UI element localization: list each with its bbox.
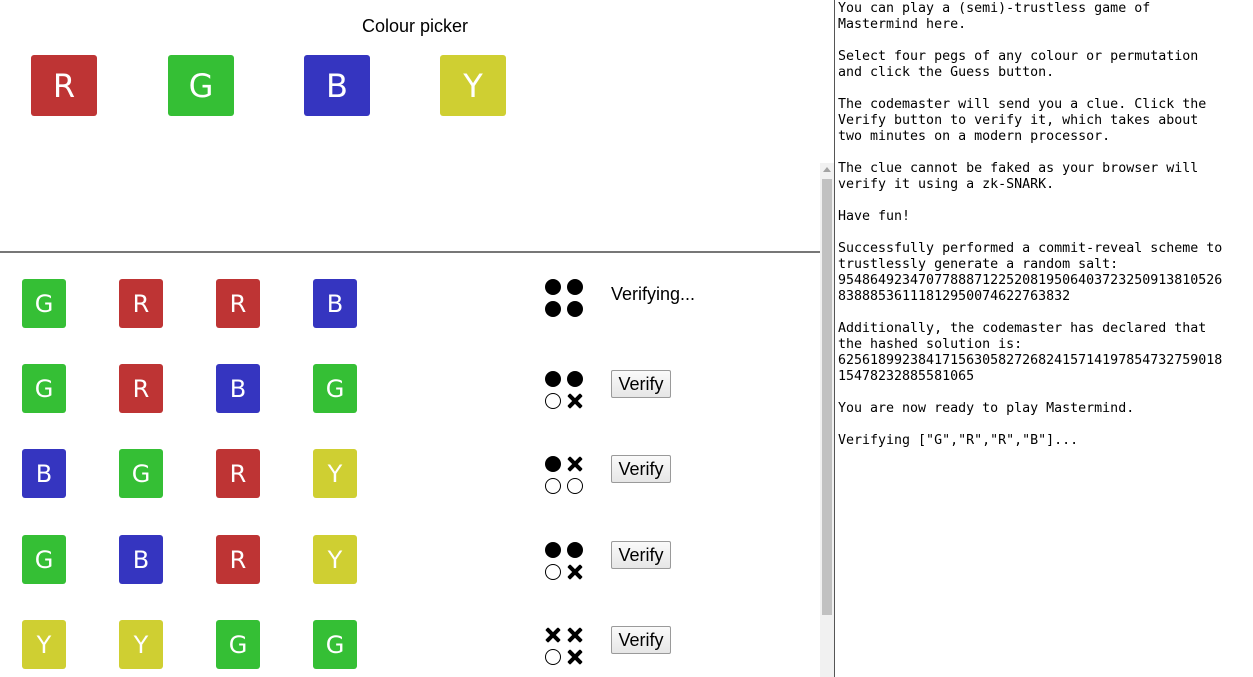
log-text: You can play a (semi)-trustless game of …	[838, 1, 1223, 448]
scrollbar[interactable]	[820, 163, 834, 677]
guess-peg-green: G	[216, 620, 260, 669]
black-peg-icon	[567, 301, 583, 317]
scroll-thumb[interactable]	[822, 179, 832, 615]
pick-blue-button[interactable]: B	[304, 55, 370, 116]
white-peg-icon	[545, 393, 561, 409]
divider	[0, 251, 820, 253]
guess-peg-green: G	[313, 364, 357, 413]
white-peg-icon	[567, 478, 583, 494]
clue-indicator	[543, 456, 587, 498]
cross-icon	[567, 564, 583, 580]
white-peg-icon	[545, 564, 561, 580]
black-peg-icon	[545, 371, 561, 387]
guess-peg-green: G	[22, 535, 66, 584]
clue-indicator	[543, 279, 587, 321]
verify-button[interactable]: Verify	[611, 370, 671, 398]
guess-peg-red: R	[119, 364, 163, 413]
white-peg-icon	[545, 478, 561, 494]
cross-icon	[545, 627, 561, 643]
pick-green-button[interactable]: G	[168, 55, 234, 116]
guess-peg-blue: B	[313, 279, 357, 328]
black-peg-icon	[545, 301, 561, 317]
guess-peg-red: R	[216, 449, 260, 498]
colour-picker-title: Colour picker	[361, 16, 469, 36]
guess-peg-green: G	[119, 449, 163, 498]
guess-peg-red: R	[216, 535, 260, 584]
guess-peg-blue: B	[119, 535, 163, 584]
cross-icon	[567, 393, 583, 409]
pick-yellow-button[interactable]: Y	[440, 55, 506, 116]
guess-peg-green: G	[22, 364, 66, 413]
black-peg-icon	[567, 279, 583, 295]
guess-peg-red: R	[216, 279, 260, 328]
log-panel: You can play a (semi)-trustless game of …	[834, 0, 1253, 677]
guess-peg-yellow: Y	[313, 535, 357, 584]
cross-icon	[567, 627, 583, 643]
verify-button[interactable]: Verify	[611, 455, 671, 483]
clue-indicator	[543, 542, 587, 584]
cross-icon	[567, 649, 583, 665]
white-peg-icon	[545, 649, 561, 665]
pick-red-button[interactable]: R	[31, 55, 97, 116]
guess-peg-green: G	[22, 279, 66, 328]
guess-peg-blue: B	[22, 449, 66, 498]
cross-icon	[567, 456, 583, 472]
black-peg-icon	[545, 456, 561, 472]
guess-peg-yellow: Y	[22, 620, 66, 669]
guess-peg-blue: B	[216, 364, 260, 413]
guess-peg-green: G	[313, 620, 357, 669]
clue-indicator	[543, 371, 587, 413]
guess-peg-red: R	[119, 279, 163, 328]
verify-button[interactable]: Verify	[611, 626, 671, 654]
guess-peg-yellow: Y	[313, 449, 357, 498]
black-peg-icon	[567, 371, 583, 387]
verifying-status: Verifying...	[611, 284, 696, 304]
scroll-up-arrow-icon[interactable]	[820, 163, 834, 177]
clue-indicator	[543, 627, 587, 669]
black-peg-icon	[567, 542, 583, 558]
black-peg-icon	[545, 542, 561, 558]
verify-button[interactable]: Verify	[611, 541, 671, 569]
black-peg-icon	[545, 279, 561, 295]
game-panel: Colour picker R G B Y G R R B Verifying... G R…	[0, 0, 820, 677]
guess-peg-yellow: Y	[119, 620, 163, 669]
